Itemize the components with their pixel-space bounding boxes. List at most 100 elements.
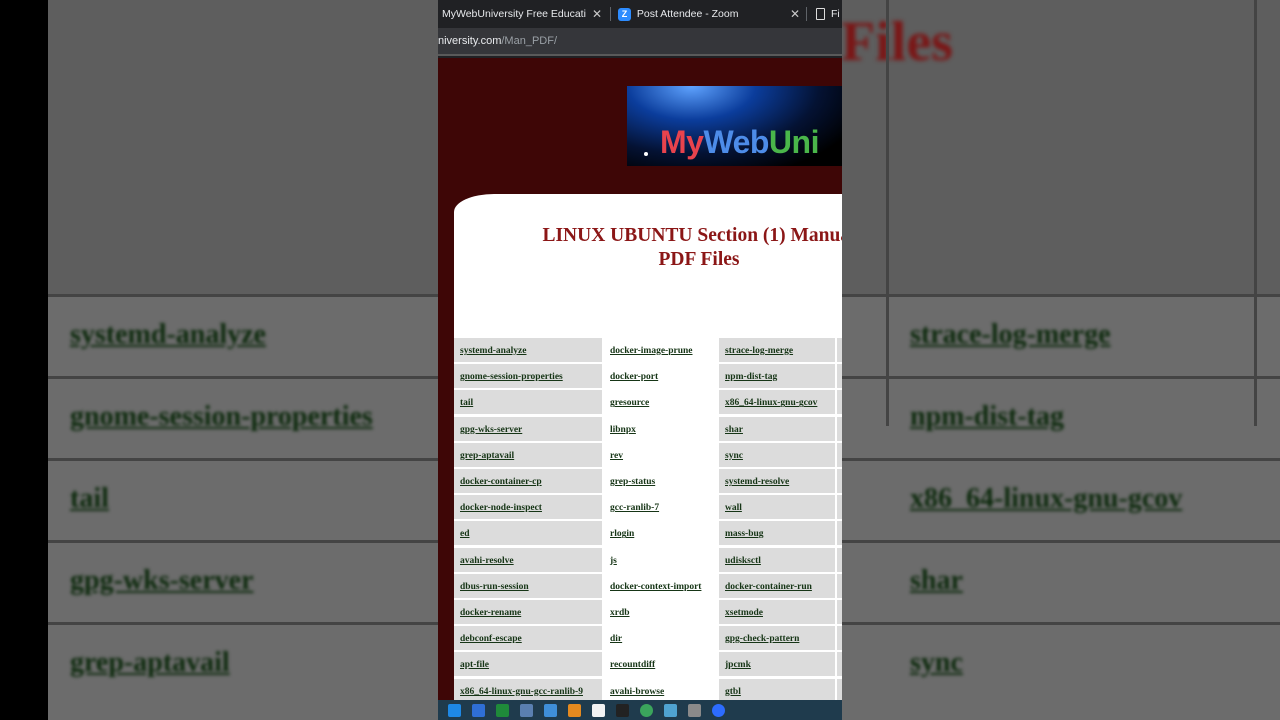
man-page-link[interactable]: ed	[454, 521, 602, 546]
man-page-link[interactable]: gcc-ranlib-7	[604, 495, 717, 520]
table-row: ed rlogin mass-bug	[454, 521, 842, 547]
table-cell-partial	[837, 495, 842, 520]
man-page-link[interactable]: dbus-run-session	[454, 573, 602, 598]
close-icon[interactable]: ✕	[592, 7, 602, 21]
logo-text: MyWebUni	[660, 124, 819, 161]
man-page-link[interactable]: js	[604, 547, 717, 572]
tab-file[interactable]: Fi	[816, 0, 842, 28]
background-cell: gnome-session-properties	[70, 401, 373, 432]
man-page-link[interactable]: systemd-resolve	[719, 469, 835, 493]
tab-title: MyWebUniversity Free Education	[442, 8, 586, 20]
man-page-link[interactable]: docker-node-inspect	[454, 495, 602, 520]
man-page-link[interactable]: mass-bug	[719, 521, 835, 546]
man-page-link[interactable]: tail	[454, 390, 602, 415]
man-page-link[interactable]: docker-port	[604, 364, 717, 389]
close-icon[interactable]: ✕	[790, 7, 800, 21]
man-page-link[interactable]: docker-context-import	[604, 573, 717, 598]
man-page-link[interactable]: rlogin	[604, 521, 717, 546]
man-page-link[interactable]: npm-dist-tag	[719, 364, 835, 389]
table-row: tail gresource x86_64-linux-gnu-gcov	[454, 390, 842, 416]
background-cell: gpg-wks-server	[70, 565, 254, 596]
man-page-link[interactable]: gresource	[604, 390, 717, 415]
man-page-link[interactable]: grep-aptavail	[454, 442, 602, 467]
man-page-link[interactable]: sync	[719, 442, 835, 467]
table-row: dbus-run-session docker-context-import doc…	[454, 573, 842, 600]
tab-zoom[interactable]: Z Post Attendee - Zoom ✕	[618, 0, 800, 28]
page-viewport: MyWebUni LINUX UBUNTU Section (1) Manual…	[438, 58, 842, 700]
tab-divider	[806, 7, 807, 21]
man-page-link[interactable]: jpcmk	[719, 652, 835, 677]
terminal-icon[interactable]	[616, 703, 629, 717]
man-page-link[interactable]: systemd-analyze	[454, 338, 602, 362]
man-page-link[interactable]: docker-rename	[454, 600, 602, 624]
table-row: debconf-escape dir gpg-check-pattern	[454, 626, 842, 652]
background-cell: strace-log-merge	[910, 319, 1111, 350]
table-cell-partial	[837, 626, 842, 651]
man-page-link[interactable]: libnpx	[604, 416, 717, 441]
url-path: /Man_PDF/	[501, 35, 558, 47]
table-cell-partial	[837, 338, 842, 362]
man-page-link[interactable]: recountdiff	[604, 652, 717, 677]
man-page-link[interactable]: gpg-check-pattern	[719, 626, 835, 651]
table-cell-partial	[837, 652, 842, 677]
table-row: docker-container-cp grep-status systemd-re…	[454, 469, 842, 495]
file-icon[interactable]	[592, 703, 605, 717]
man-page-link[interactable]: shar	[719, 416, 835, 441]
document-icon[interactable]	[568, 703, 581, 717]
mountain-icon[interactable]	[544, 703, 557, 717]
background-cell: tail	[70, 483, 109, 514]
man-page-link[interactable]: x86_64-linux-gnu-gcc-ranlib-9	[454, 678, 602, 700]
table-row: docker-node-inspect gcc-ranlib-7 wall	[454, 495, 842, 521]
tab-divider	[610, 7, 611, 21]
man-page-link[interactable]: docker-container-run	[719, 573, 835, 598]
table-cell-partial	[837, 442, 842, 467]
man-page-link[interactable]: gpg-wks-server	[454, 416, 602, 441]
table-row: apt-file recountdiff jpcmk	[454, 652, 842, 678]
logo-text-my: My	[660, 124, 704, 160]
man-page-link[interactable]: dir	[604, 626, 717, 651]
tab-title: Fi	[831, 8, 840, 20]
table-cell-partial	[837, 521, 842, 546]
tab-strip: MyWebUniversity Free Education ✕ Z Post …	[438, 0, 842, 28]
address-bar[interactable]: niversity.com/Man_PDF/	[438, 28, 842, 56]
tab-mywebuniversity[interactable]: MyWebUniversity Free Education ✕	[442, 0, 608, 28]
table-row: x86_64-linux-gnu-gcc-ranlib-9 avahi-brows…	[454, 678, 842, 700]
background-cell: sync	[910, 647, 963, 678]
man-page-link[interactable]: gnome-session-properties	[454, 364, 602, 389]
man-page-link[interactable]: debconf-escape	[454, 626, 602, 651]
network-icon[interactable]	[520, 703, 533, 717]
man-page-link[interactable]: avahi-browse	[604, 678, 717, 700]
table-cell-partial	[837, 678, 842, 700]
man-page-link[interactable]: avahi-resolve	[454, 547, 602, 572]
table-cell-partial	[837, 573, 842, 598]
zoom-icon: Z	[618, 7, 631, 21]
man-page-link[interactable]: docker-image-prune	[604, 338, 717, 362]
mail-icon[interactable]	[448, 703, 461, 717]
man-page-link[interactable]: docker-container-cp	[454, 469, 602, 493]
edge-icon[interactable]	[472, 703, 485, 717]
man-page-link[interactable]: apt-file	[454, 652, 602, 677]
picture-icon[interactable]	[688, 703, 701, 717]
table-cell-partial	[837, 547, 842, 572]
man-pages-table: systemd-analyze docker-image-prune strace-…	[454, 338, 842, 700]
man-page-link[interactable]: wall	[719, 495, 835, 520]
zoom-icon[interactable]	[712, 703, 725, 717]
table-row: docker-rename xrdb xsetmode	[454, 600, 842, 626]
man-page-link[interactable]: strace-log-merge	[719, 338, 835, 362]
table-row: gnome-session-properties docker-port npm-d…	[454, 364, 842, 390]
man-page-link[interactable]: xrdb	[604, 600, 717, 624]
man-page-link[interactable]: xsetmode	[719, 600, 835, 624]
man-page-link[interactable]: rev	[604, 442, 717, 467]
spreadsheet-icon[interactable]	[496, 703, 509, 717]
man-page-link[interactable]: udisksctl	[719, 547, 835, 572]
man-page-link[interactable]: grep-status	[604, 469, 717, 493]
man-page-link[interactable]: x86_64-linux-gnu-gcov	[719, 390, 835, 415]
table-row: systemd-analyze docker-image-prune strace-…	[454, 338, 842, 364]
cloud-icon[interactable]	[664, 703, 677, 717]
site-logo[interactable]: MyWebUni	[627, 86, 842, 166]
man-page-link[interactable]: gtbl	[719, 678, 835, 700]
background-cell: npm-dist-tag	[910, 401, 1065, 432]
chrome-icon[interactable]	[640, 703, 653, 717]
background-cell: systemd-analyze	[70, 319, 266, 350]
star-icon	[644, 152, 648, 156]
